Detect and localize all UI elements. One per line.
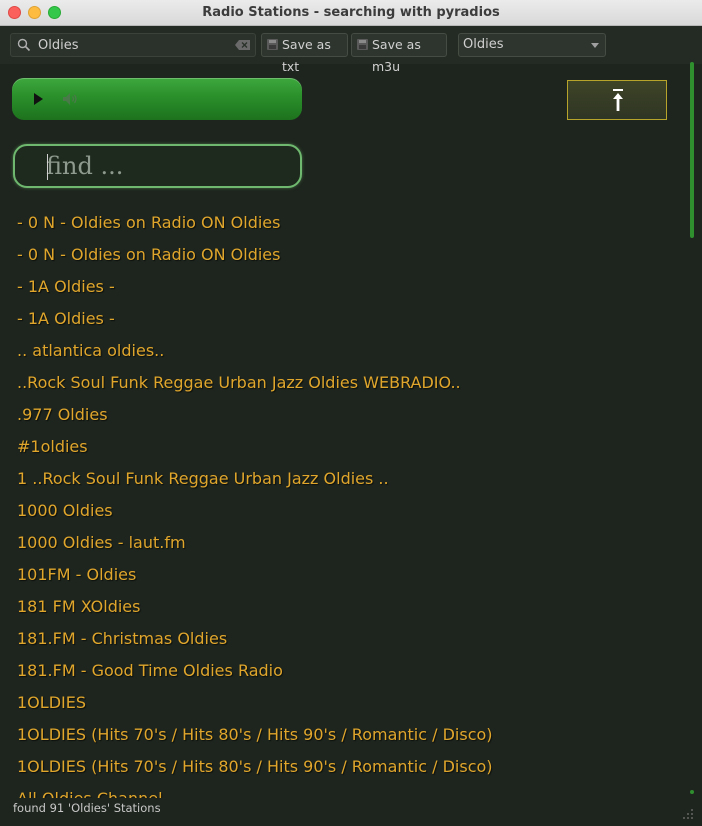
- toolbar: Save as txt Save as m3u Oldies: [0, 26, 702, 74]
- search-input[interactable]: [38, 36, 238, 54]
- station-item[interactable]: ..Rock Soul Funk Reggae Urban Jazz Oldie…: [0, 367, 680, 399]
- find-input[interactable]: [46, 152, 286, 180]
- play-icon[interactable]: [34, 93, 43, 105]
- scrollbar-end-marker: [690, 790, 694, 794]
- station-item[interactable]: 1000 Oldies: [0, 495, 680, 527]
- station-item[interactable]: 181.FM - Christmas Oldies: [0, 623, 680, 655]
- window-title: Radio Stations - searching with pyradios: [202, 5, 500, 20]
- audio-player: [12, 78, 302, 120]
- station-item[interactable]: 181 FM XOldies: [0, 591, 680, 623]
- station-item[interactable]: 181.FM - Good Time Oldies Radio: [0, 655, 680, 687]
- station-item[interactable]: - 0 N - Oldies on Radio ON Oldies: [0, 239, 680, 271]
- station-item[interactable]: 101FM - Oldies: [0, 559, 680, 591]
- scrollbar-thumb[interactable]: [690, 62, 694, 238]
- title-bar: Radio Stations - searching with pyradios: [0, 0, 702, 26]
- station-item[interactable]: .. atlantica oldies..: [0, 335, 680, 367]
- station-item[interactable]: .977 Oldies: [0, 399, 680, 431]
- station-item[interactable]: 1OLDIES (Hits 70's / Hits 80's / Hits 90…: [0, 751, 680, 783]
- search-icon: [17, 38, 31, 52]
- status-bar: found 91 'Oldies' Stations: [0, 798, 702, 826]
- status-text: found 91 'Oldies' Stations: [13, 801, 161, 815]
- station-item[interactable]: All Oldies Channel: [0, 783, 680, 798]
- station-item[interactable]: - 0 N - Oldies on Radio ON Oldies: [0, 207, 680, 239]
- station-item[interactable]: #1oldies: [0, 431, 680, 463]
- text-caret: [47, 154, 48, 180]
- genre-select[interactable]: Oldies: [458, 33, 606, 57]
- chevron-down-icon: [591, 43, 599, 48]
- genre-selected-value: Oldies: [463, 37, 504, 52]
- station-item[interactable]: 1 ..Rock Soul Funk Reggae Urban Jazz Old…: [0, 463, 680, 495]
- station-search-box[interactable]: [10, 33, 256, 57]
- main-content: - 0 N - Oldies on Radio ON Oldies - 0 N …: [0, 64, 686, 798]
- station-item[interactable]: - 1A Oldies -: [0, 303, 680, 335]
- scroll-to-top-button[interactable]: [567, 80, 667, 120]
- arrow-up-to-top-icon: [613, 89, 623, 111]
- resize-grip-icon[interactable]: [682, 808, 694, 820]
- station-item[interactable]: - 1A Oldies -: [0, 271, 680, 303]
- station-item[interactable]: 1OLDIES: [0, 687, 680, 719]
- volume-icon[interactable]: [62, 92, 78, 106]
- station-item[interactable]: 1OLDIES (Hits 70's / Hits 80's / Hits 90…: [0, 719, 680, 751]
- station-list: - 0 N - Oldies on Radio ON Oldies - 0 N …: [0, 207, 680, 798]
- station-item[interactable]: 1000 Oldies - laut.fm: [0, 527, 680, 559]
- find-station-field[interactable]: [13, 144, 302, 188]
- save-as-txt-button[interactable]: Save as txt: [261, 33, 348, 74]
- vertical-scrollbar[interactable]: [686, 60, 698, 796]
- save-as-m3u-button[interactable]: Save as m3u: [351, 33, 447, 74]
- clear-search-icon[interactable]: [235, 39, 251, 51]
- save-icon: [267, 39, 278, 50]
- save-icon: [357, 39, 368, 50]
- app-window: Radio Stations - searching with pyradios…: [0, 0, 702, 826]
